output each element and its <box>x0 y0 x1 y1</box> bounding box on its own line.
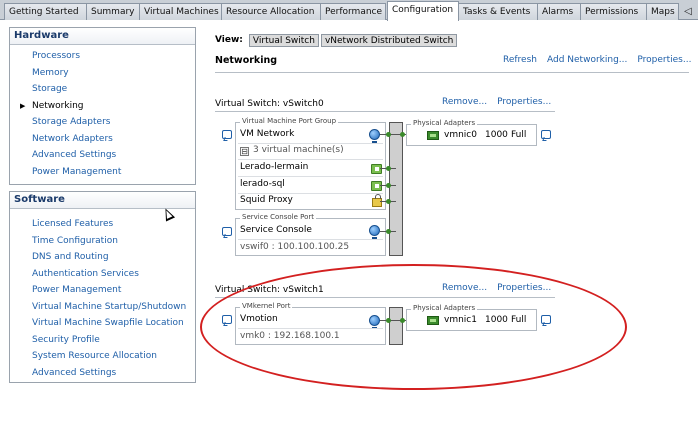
tab-scroll-left-button[interactable]: ◁ <box>680 4 696 18</box>
service-console-globe-icon <box>369 225 380 239</box>
sw-item-advanced-settings[interactable]: Advanced Settings <box>10 365 195 382</box>
hw-item-storage-adapters[interactable]: Storage Adapters <box>10 114 195 131</box>
tab-tasks-events[interactable]: Tasks & Events <box>458 3 538 20</box>
vm-count-label: 3 virtual machine(s) <box>253 145 344 155</box>
tab-alarms[interactable]: Alarms <box>537 3 581 20</box>
sw-item-time-configuration[interactable]: Time Configuration <box>10 233 195 250</box>
sw-item-power-management[interactable]: Power Management <box>10 282 195 299</box>
port-dot <box>386 199 391 204</box>
view-distributed-switch-button[interactable]: vNetwork Distributed Switch <box>320 33 458 47</box>
vm-network-label: VM Network <box>240 129 295 139</box>
tab-configuration[interactable]: Configuration <box>387 1 459 21</box>
networking-divider <box>215 72 689 73</box>
refresh-link[interactable]: Refresh <box>503 55 537 65</box>
hw-item-power-management[interactable]: Power Management <box>10 164 195 181</box>
sw-item-dns-routing[interactable]: DNS and Routing <box>10 249 195 266</box>
port-dot <box>386 183 391 188</box>
hardware-list: Processors Memory Storage ▶ Networking S… <box>10 45 195 180</box>
service-console-group: Service Console Port Service Console vsw… <box>235 213 386 256</box>
hw-item-memory[interactable]: Memory <box>10 65 195 82</box>
sw-item-vm-startup-shutdown[interactable]: Virtual Machine Startup/Shutdown <box>10 299 195 316</box>
vmnic0-label: vmnic0 <box>444 130 477 140</box>
vmnic0-duplex: Full <box>511 130 527 140</box>
service-console-label: Service Console <box>240 225 312 235</box>
sw-item-security-profile[interactable]: Security Profile <box>10 332 195 349</box>
hardware-panel-title: Hardware <box>10 28 195 45</box>
vm-powered-on-icon <box>371 181 382 191</box>
software-list: Licensed Features Time Configuration DNS… <box>10 209 195 381</box>
vswitch0-properties-link[interactable]: Properties... <box>497 97 551 107</box>
port-dot <box>386 166 391 171</box>
vm-powered-on-icon <box>371 164 382 174</box>
view-label: View: <box>215 35 243 45</box>
physical-adapters-title: Physical Adapters <box>411 119 478 127</box>
vm-port-group-title: Virtual Machine Port Group <box>240 117 339 125</box>
separator <box>238 176 383 177</box>
vm-item-lerado-lermain[interactable]: Lerado-lermain <box>240 162 308 172</box>
vmnic0-speed: 1000 <box>485 130 508 140</box>
hw-item-processors[interactable]: Processors <box>10 48 195 65</box>
tab-resource-allocation[interactable]: Resource Allocation <box>221 3 321 20</box>
hw-item-storage[interactable]: Storage <box>10 81 195 98</box>
separator <box>238 193 383 194</box>
vswitch0-divider <box>215 111 555 112</box>
vm-item-squid-proxy[interactable]: Squid Proxy <box>240 195 293 205</box>
port-dot <box>400 132 405 137</box>
view-virtual-switch-button[interactable]: Virtual Switch <box>248 33 319 47</box>
separator <box>238 239 383 240</box>
tab-permissions[interactable]: Permissions <box>580 3 647 20</box>
properties-link[interactable]: Properties... <box>637 55 691 65</box>
tab-maps[interactable]: Maps <box>646 3 679 20</box>
service-console-info-icon[interactable] <box>222 227 232 236</box>
hw-item-networking[interactable]: ▶ Networking <box>10 98 195 115</box>
hw-item-advanced-settings[interactable]: Advanced Settings <box>10 147 195 164</box>
hardware-panel: Hardware Processors Memory Storage ▶ Net… <box>9 27 196 185</box>
port-dot <box>386 229 391 234</box>
hw-item-networking-label: Networking <box>32 100 84 111</box>
separator <box>238 159 383 160</box>
vswitch0-label: Virtual Switch: vSwitch0 <box>215 99 324 109</box>
port-group-globe-icon <box>369 129 380 143</box>
vswitch0-actions: Remove... Properties... <box>442 97 551 107</box>
separator <box>238 143 383 144</box>
add-networking-link[interactable]: Add Networking... <box>547 55 627 65</box>
sw-item-authentication-services[interactable]: Authentication Services <box>10 266 195 283</box>
selected-bullet-icon: ▶ <box>20 101 26 110</box>
vm-network-info-icon[interactable] <box>222 130 232 139</box>
tab-virtual-machines[interactable]: Virtual Machines <box>139 3 222 20</box>
nic-icon <box>427 131 439 140</box>
annotation-ellipse <box>200 264 627 390</box>
networking-title: Networking <box>215 55 278 66</box>
view-selector: View: Virtual Switch vNetwork Distribute… <box>215 33 459 47</box>
tab-performance[interactable]: Performance <box>320 3 386 20</box>
networking-actions: Refresh Add Networking... Properties... <box>503 55 691 65</box>
vmnic0-info-icon[interactable] <box>541 130 551 139</box>
vm-locked-icon <box>372 194 382 207</box>
vm-port-group: Virtual Machine Port Group VM Network ⊟ … <box>235 117 386 210</box>
sw-item-system-resource-allocation[interactable]: System Resource Allocation <box>10 348 195 365</box>
tab-getting-started[interactable]: Getting Started <box>4 3 87 20</box>
vswitch0-physical-adapters: Physical Adapters vmnic0 1000 Full <box>406 119 537 146</box>
sw-item-vm-swapfile-location[interactable]: Virtual Machine Swapfile Location <box>10 315 195 332</box>
hw-item-network-adapters[interactable]: Network Adapters <box>10 131 195 148</box>
vm-item-lerado-sql[interactable]: lerado-sql <box>240 179 285 189</box>
vswif-address-label: vswif0 : 100.100.100.25 <box>240 242 350 252</box>
collapse-vms-icon[interactable]: ⊟ <box>240 147 249 156</box>
vswitch0-bar <box>389 122 403 256</box>
tab-bar: Getting Started Summary Virtual Machines… <box>0 0 698 21</box>
port-dot <box>386 132 391 137</box>
vswitch0-remove-link[interactable]: Remove... <box>442 97 487 107</box>
service-console-group-title: Service Console Port <box>240 213 316 221</box>
tab-summary[interactable]: Summary <box>86 3 140 20</box>
